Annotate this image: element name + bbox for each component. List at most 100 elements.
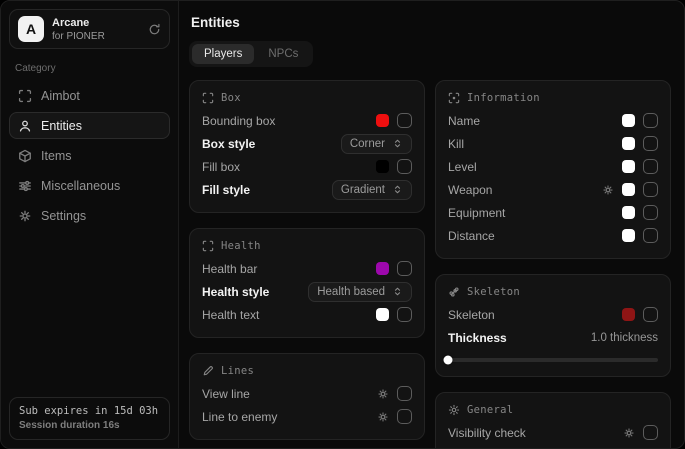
- lines-panel-icon: [202, 365, 214, 377]
- setting-row-health-style: Health style Health based: [202, 280, 412, 303]
- tab-players[interactable]: Players: [192, 44, 254, 64]
- app-window: A Arcane for PIONER Category Aimbot Enti…: [0, 0, 685, 449]
- items-icon: [18, 149, 32, 163]
- checkbox[interactable]: [397, 159, 412, 174]
- panel-box: Box Bounding box Box style Corner: [189, 80, 425, 213]
- category-label: Category: [15, 63, 164, 74]
- color-swatch[interactable]: [622, 229, 635, 242]
- left-column: Box Bounding box Box style Corner: [189, 80, 425, 449]
- setting-row-line-to-enemy: Line to enemy: [202, 405, 412, 428]
- settings-grid: Box Bounding box Box style Corner: [189, 80, 671, 449]
- setting-label: Level: [448, 160, 477, 174]
- gear-mini-icon[interactable]: [377, 388, 389, 400]
- color-swatch[interactable]: [622, 183, 635, 196]
- checkbox[interactable]: [643, 205, 658, 220]
- color-swatch[interactable]: [622, 160, 635, 173]
- setting-label: Skeleton: [448, 308, 495, 322]
- checkbox[interactable]: [397, 409, 412, 424]
- session-duration-text: Session duration 16s: [19, 420, 160, 431]
- panel-general-header: General: [448, 404, 658, 416]
- color-swatch[interactable]: [376, 114, 389, 127]
- checkbox[interactable]: [397, 386, 412, 401]
- color-swatch[interactable]: [622, 137, 635, 150]
- color-swatch[interactable]: [376, 160, 389, 173]
- dropdown-value: Gradient: [341, 184, 385, 196]
- setting-label: Fill box: [202, 160, 240, 174]
- sidebar-item-label: Items: [41, 149, 72, 163]
- sidebar-item-settings[interactable]: Settings: [9, 202, 170, 229]
- dropdown-unfold-icon: [392, 138, 403, 149]
- page-title: Entities: [189, 15, 671, 30]
- sidebar-item-items[interactable]: Items: [9, 142, 170, 169]
- slider-thumb[interactable]: [444, 356, 453, 365]
- setting-label: Box style: [202, 137, 255, 151]
- box-panel-icon: [202, 92, 214, 104]
- checkbox[interactable]: [643, 425, 658, 440]
- checkbox[interactable]: [643, 136, 658, 151]
- checkbox[interactable]: [643, 307, 658, 322]
- setting-row-name: Name: [448, 109, 658, 132]
- setting-label: Health style: [202, 285, 269, 299]
- sidebar: A Arcane for PIONER Category Aimbot Enti…: [1, 1, 179, 448]
- setting-label: Bounding box: [202, 114, 275, 128]
- dropdown-unfold-icon: [392, 286, 403, 297]
- gear-mini-icon[interactable]: [602, 184, 614, 196]
- sidebar-item-aimbot[interactable]: Aimbot: [9, 82, 170, 109]
- sidebar-item-miscellaneous[interactable]: Miscellaneous: [9, 172, 170, 199]
- panel-title: Lines: [221, 365, 254, 377]
- setting-label: View line: [202, 387, 250, 401]
- checkbox[interactable]: [643, 182, 658, 197]
- checkbox[interactable]: [643, 113, 658, 128]
- panel-title: Health: [221, 240, 261, 252]
- brand-text: Arcane for PIONER: [52, 17, 105, 42]
- health-style-dropdown[interactable]: Health based: [308, 282, 412, 302]
- panel-title: General: [467, 404, 513, 416]
- color-swatch[interactable]: [376, 308, 389, 321]
- setting-label: Equipment: [448, 206, 505, 220]
- gear-mini-icon[interactable]: [377, 411, 389, 423]
- checkbox[interactable]: [643, 228, 658, 243]
- setting-row-distance: Distance: [448, 224, 658, 247]
- miscellaneous-icon: [18, 179, 32, 193]
- setting-label: Health bar: [202, 262, 257, 276]
- logo-letter: A: [26, 21, 36, 37]
- panel-title: Skeleton: [467, 286, 520, 298]
- checkbox[interactable]: [643, 159, 658, 174]
- refresh-icon[interactable]: [148, 23, 161, 36]
- color-swatch[interactable]: [622, 308, 635, 321]
- color-swatch[interactable]: [376, 262, 389, 275]
- setting-row-thickness: Thickness 1.0 thickness: [448, 326, 658, 349]
- panel-skeleton-header: Skeleton: [448, 286, 658, 298]
- panel-health: Health Health bar Health style Health ba…: [189, 228, 425, 338]
- setting-row-level: Level: [448, 155, 658, 178]
- sidebar-item-entities[interactable]: Entities: [9, 112, 170, 139]
- setting-row-max-distance: Max distance 500m: [448, 444, 658, 449]
- color-swatch[interactable]: [622, 206, 635, 219]
- setting-row-view-line: View line: [202, 382, 412, 405]
- checkbox[interactable]: [397, 261, 412, 276]
- health-panel-icon: [202, 240, 214, 252]
- setting-row-skeleton: Skeleton: [448, 303, 658, 326]
- tab-bar: Players NPCs: [189, 41, 313, 67]
- checkbox[interactable]: [397, 307, 412, 322]
- fill-style-dropdown[interactable]: Gradient: [332, 180, 412, 200]
- sidebar-item-label: Settings: [41, 209, 86, 223]
- entities-icon: [18, 119, 32, 133]
- setting-row-health-text: Health text: [202, 303, 412, 326]
- panel-lines-header: Lines: [202, 365, 412, 377]
- panel-general: General Visibility check Max distance 50…: [435, 392, 671, 449]
- gear-mini-icon[interactable]: [623, 427, 635, 439]
- app-name: Arcane: [52, 17, 105, 29]
- setting-label: Visibility check: [448, 426, 526, 440]
- box-style-dropdown[interactable]: Corner: [341, 134, 412, 154]
- tab-npcs[interactable]: NPCs: [256, 44, 310, 64]
- app-logo: A: [18, 16, 44, 42]
- setting-row-fill-style: Fill style Gradient: [202, 178, 412, 201]
- setting-row-fill-box: Fill box: [202, 155, 412, 178]
- setting-row-health-bar: Health bar: [202, 257, 412, 280]
- thickness-slider[interactable]: [448, 358, 658, 362]
- checkbox[interactable]: [397, 113, 412, 128]
- panel-skeleton: Skeleton Skeleton Thickness 1.0 thicknes…: [435, 274, 671, 377]
- setting-row-visibility-check: Visibility check: [448, 421, 658, 444]
- color-swatch[interactable]: [622, 114, 635, 127]
